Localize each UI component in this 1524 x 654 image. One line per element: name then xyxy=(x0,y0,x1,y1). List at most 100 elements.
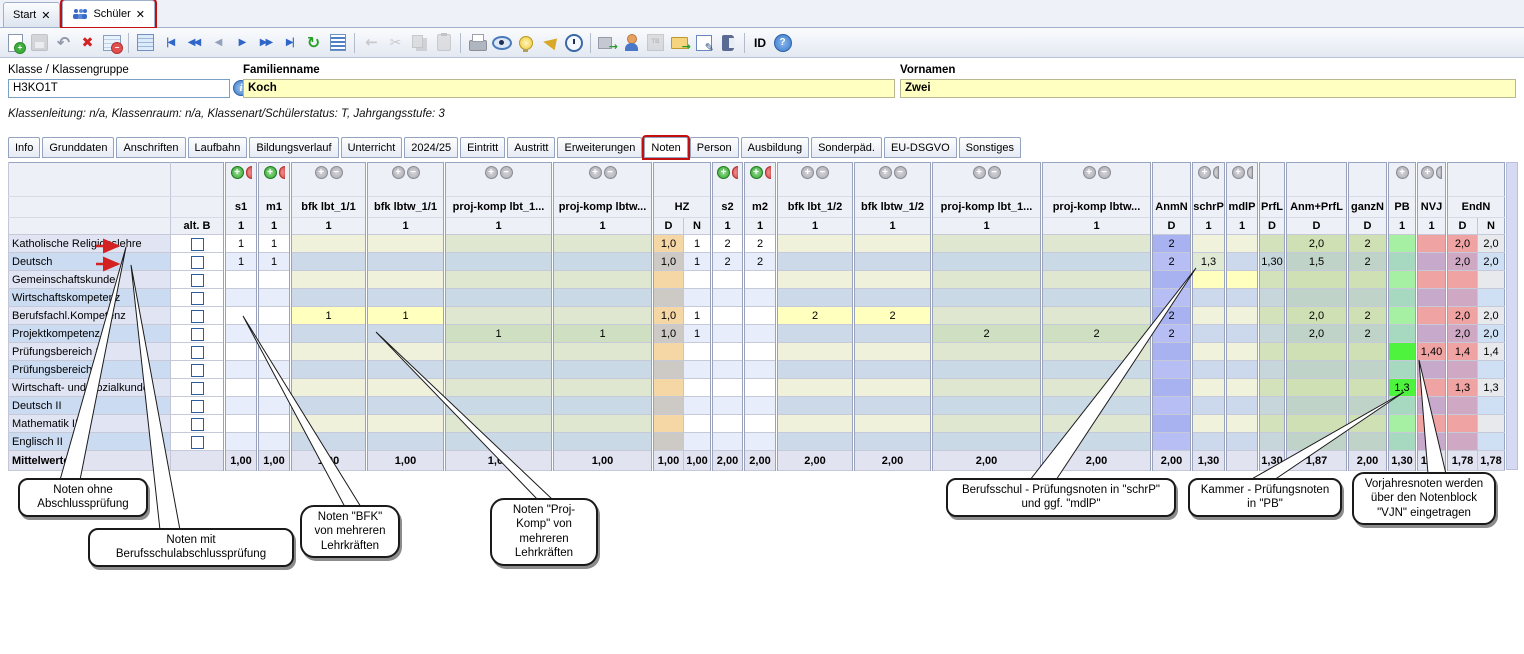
grade-cell-hz_d[interactable] xyxy=(653,379,684,397)
grade-cell-ganzN[interactable] xyxy=(1348,289,1388,307)
grade-cell-ganzN[interactable] xyxy=(1348,343,1388,361)
grade-cell-s1[interactable] xyxy=(225,397,258,415)
grade-cell-pb[interactable] xyxy=(1388,271,1417,289)
grade-cell-pk_lbt_12[interactable] xyxy=(932,433,1042,451)
grade-cell-prfL[interactable] xyxy=(1259,433,1286,451)
tab-eintritt[interactable]: Eintritt xyxy=(460,137,505,158)
grade-cell-nvj[interactable] xyxy=(1417,289,1447,307)
add-column-icon[interactable]: + xyxy=(589,166,602,179)
notifications-icon[interactable] xyxy=(538,31,561,54)
grade-cell-pk_lbtw_12[interactable] xyxy=(1042,307,1152,325)
grade-cell-m2[interactable] xyxy=(744,289,777,307)
grade-cell-prfL[interactable] xyxy=(1259,271,1286,289)
grade-cell-schrP[interactable] xyxy=(1192,325,1226,343)
grade-cell-mdlP[interactable] xyxy=(1226,415,1259,433)
print-icon[interactable] xyxy=(466,31,489,54)
grade-cell-bfk_lbt_12[interactable] xyxy=(777,379,854,397)
export-package-icon[interactable] xyxy=(596,31,619,54)
grade-cell-bfk_lbtw_12[interactable]: 2 xyxy=(854,307,932,325)
tab-eu-dsgvo[interactable]: EU-DSGVO xyxy=(884,137,957,158)
grade-cell-pb[interactable] xyxy=(1388,289,1417,307)
grade-cell-s1[interactable] xyxy=(225,289,258,307)
grade-cell-pk_lbt_11[interactable] xyxy=(445,343,553,361)
grade-cell-anmPrfL[interactable] xyxy=(1286,289,1348,307)
grade-cell-s2[interactable] xyxy=(712,361,744,379)
grade-cell-pk_lbtw_12[interactable] xyxy=(1042,271,1152,289)
grade-cell-endN_d[interactable] xyxy=(1447,361,1478,379)
remove-column-icon[interactable]: − xyxy=(1436,166,1442,179)
grade-cell-m2[interactable]: 2 xyxy=(744,253,777,271)
grade-cell-anmN[interactable]: 2 xyxy=(1152,253,1192,271)
grade-cell-hz_n[interactable] xyxy=(684,433,712,451)
tab-2024-25[interactable]: 2024/25 xyxy=(404,137,458,158)
grade-cell-pb[interactable] xyxy=(1388,325,1417,343)
grade-cell-pk_lbt_11[interactable]: 1 xyxy=(445,325,553,343)
grade-cell-anmN[interactable] xyxy=(1152,361,1192,379)
grade-cell-m2[interactable]: 2 xyxy=(744,235,777,253)
grade-cell-nvj[interactable] xyxy=(1417,253,1447,271)
grade-cell-nvj[interactable] xyxy=(1417,361,1447,379)
grade-cell-pk_lbtw_11[interactable] xyxy=(553,307,653,325)
grade-cell-bfk_lbt_11[interactable] xyxy=(291,415,367,433)
student-icon[interactable] xyxy=(620,31,643,54)
grade-cell-pk_lbt_12[interactable] xyxy=(932,343,1042,361)
grade-cell-schrP[interactable] xyxy=(1192,379,1226,397)
add-column-icon[interactable]: + xyxy=(1083,166,1096,179)
remove-column-icon[interactable]: − xyxy=(407,166,420,179)
grade-cell-hz_d[interactable] xyxy=(653,271,684,289)
grade-cell-m1[interactable] xyxy=(258,325,291,343)
grade-cell-bfk_lbt_11[interactable] xyxy=(291,325,367,343)
grade-cell-m2[interactable] xyxy=(744,325,777,343)
add-column-icon[interactable]: + xyxy=(801,166,814,179)
grade-cell-anmPrfL[interactable] xyxy=(1286,379,1348,397)
grade-cell-m2[interactable] xyxy=(744,343,777,361)
grade-cell-bfk_lbt_12[interactable] xyxy=(777,433,854,451)
tab-info[interactable]: Info xyxy=(8,137,40,158)
remove-column-icon[interactable]: − xyxy=(279,166,285,179)
grade-cell-anmPrfL[interactable]: 2,0 xyxy=(1286,325,1348,343)
grade-cell-hz_d[interactable]: 1,0 xyxy=(653,235,684,253)
grade-cell-s2[interactable] xyxy=(712,289,744,307)
grade-cell-pk_lbt_11[interactable] xyxy=(445,379,553,397)
grade-cell-pb[interactable] xyxy=(1388,397,1417,415)
grade-cell-anmN[interactable] xyxy=(1152,379,1192,397)
grade-cell-anmPrfL[interactable] xyxy=(1286,361,1348,379)
grade-cell-prfL[interactable] xyxy=(1259,415,1286,433)
grade-cell-s2[interactable] xyxy=(712,271,744,289)
grade-cell-schrP[interactable] xyxy=(1192,433,1226,451)
remove-column-icon[interactable]: − xyxy=(330,166,343,179)
grade-cell-bfk_lbt_11[interactable]: 1 xyxy=(291,307,367,325)
grade-cell-hz_n[interactable]: 1 xyxy=(684,307,712,325)
grade-cell-s2[interactable]: 2 xyxy=(712,235,744,253)
grade-cell-pk_lbt_11[interactable] xyxy=(445,289,553,307)
alt-b-checkbox[interactable] xyxy=(191,382,204,395)
grade-cell-bfk_lbtw_12[interactable] xyxy=(854,343,932,361)
alt-b-checkbox[interactable] xyxy=(191,238,204,251)
grade-cell-anmPrfL[interactable] xyxy=(1286,343,1348,361)
grade-cell-bfk_lbtw_12[interactable] xyxy=(854,289,932,307)
grade-cell-bfk_lbtw_11[interactable]: 1 xyxy=(367,307,445,325)
grade-cell-pk_lbt_12[interactable] xyxy=(932,361,1042,379)
grade-cell-m1[interactable] xyxy=(258,433,291,451)
grade-cell-mdlP[interactable] xyxy=(1226,235,1259,253)
grade-cell-endN_d[interactable] xyxy=(1447,415,1478,433)
grade-cell-s1[interactable]: 1 xyxy=(225,235,258,253)
grade-cell-s2[interactable] xyxy=(712,325,744,343)
undo-icon[interactable] xyxy=(52,31,75,54)
nav-first-icon[interactable]: |◀ xyxy=(158,31,181,54)
grade-cell-bfk_lbtw_11[interactable] xyxy=(367,235,445,253)
grade-cell-s1[interactable] xyxy=(225,343,258,361)
grade-cell-bfk_lbt_12[interactable] xyxy=(777,415,854,433)
grade-cell-pk_lbtw_11[interactable] xyxy=(553,253,653,271)
grade-cell-bfk_lbtw_11[interactable] xyxy=(367,253,445,271)
grade-cell-pk_lbt_11[interactable] xyxy=(445,235,553,253)
grade-cell-bfk_lbt_11[interactable] xyxy=(291,289,367,307)
grade-cell-mdlP[interactable] xyxy=(1226,307,1259,325)
grade-cell-pk_lbt_11[interactable] xyxy=(445,415,553,433)
close-icon[interactable]: ✕ xyxy=(41,9,50,22)
tab-austritt[interactable]: Austritt xyxy=(507,137,555,158)
id-search-icon[interactable]: ID xyxy=(750,31,770,54)
grade-cell-hz_n[interactable] xyxy=(684,397,712,415)
grade-cell-anmN[interactable] xyxy=(1152,289,1192,307)
alt-b-checkbox[interactable] xyxy=(191,274,204,287)
